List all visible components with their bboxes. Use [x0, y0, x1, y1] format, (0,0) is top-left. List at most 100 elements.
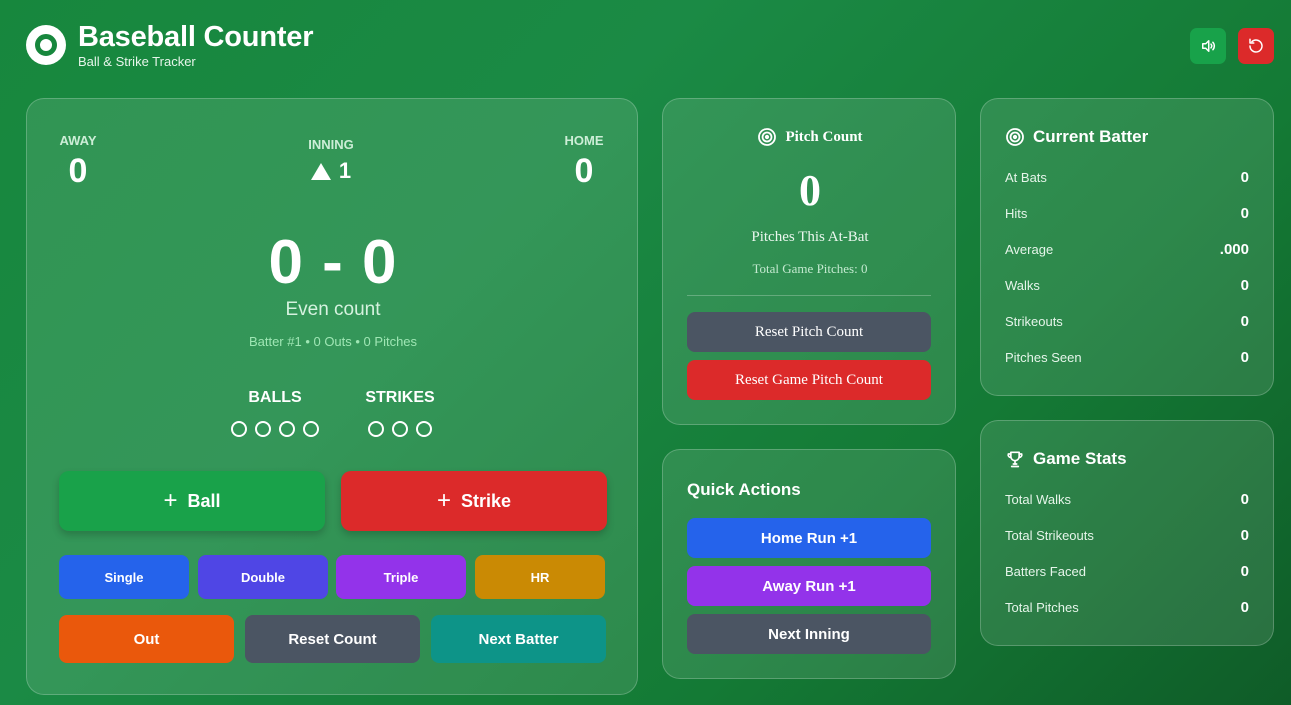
game-stats-header: Game Stats — [1005, 449, 1127, 469]
inning-indicator: INNING 1 — [281, 137, 381, 184]
reset-count-button[interactable]: Reset Count — [245, 615, 420, 663]
stat-value: 0 — [1240, 349, 1249, 366]
stat-label: Total Strikeouts — [1005, 528, 1094, 543]
strike-dot — [392, 421, 408, 437]
pitch-count-header: Pitch Count — [663, 127, 957, 147]
ball-dot — [303, 421, 319, 437]
strike-dot — [416, 421, 432, 437]
next-batter-button[interactable]: Next Batter — [431, 615, 606, 663]
plus-icon: + — [436, 487, 451, 514]
stat-label: Average — [1005, 242, 1054, 257]
away-label: AWAY — [59, 133, 97, 148]
plus-icon: + — [163, 487, 178, 514]
triple-button[interactable]: Triple — [336, 555, 466, 599]
stat-value: 0 — [1240, 527, 1249, 544]
ball-dot — [255, 421, 271, 437]
stat-label: Total Pitches — [1005, 600, 1079, 615]
app-subtitle: Ball & Strike Tracker — [78, 54, 196, 69]
refresh-icon — [1249, 38, 1263, 53]
next-inning-button[interactable]: Next Inning — [687, 614, 931, 654]
stat-value: 0 — [1240, 205, 1249, 222]
app-header: Baseball Counter Ball & Strike Tracker — [26, 20, 314, 69]
inning-label: INNING — [308, 137, 354, 152]
double-button[interactable]: Double — [198, 555, 328, 599]
trophy-icon — [1007, 451, 1023, 468]
stat-label: Total Walks — [1005, 492, 1071, 507]
count-description: Even count — [285, 299, 381, 320]
strikes-indicator: STRIKES — [363, 389, 437, 437]
game-stats-title: Game Stats — [1033, 449, 1127, 468]
balls-indicator: BALLS — [229, 389, 321, 437]
stat-value: 0 — [1240, 277, 1249, 294]
away-team: AWAY 0 — [57, 133, 99, 191]
strike-dot — [368, 421, 384, 437]
divider — [687, 295, 931, 296]
stat-row: Hits 0 — [1005, 205, 1249, 222]
stat-label: Pitches Seen — [1005, 350, 1082, 365]
out-button[interactable]: Out — [59, 615, 234, 663]
stat-row: Total Walks 0 — [1005, 491, 1249, 508]
stat-row: Pitches Seen 0 — [1005, 349, 1249, 366]
current-batter-card: Current Batter At Bats 0 Hits 0 Average .00… — [980, 98, 1274, 396]
stat-label: Hits — [1005, 206, 1028, 221]
away-score: 0 — [68, 152, 88, 190]
target-icon — [758, 128, 777, 146]
ball-button-label: Ball — [187, 490, 221, 511]
quick-actions-title: Quick Actions — [687, 480, 801, 499]
volume-icon — [1202, 40, 1215, 52]
ball-dot — [231, 421, 247, 437]
stat-value: 0 — [1240, 491, 1249, 508]
stat-row: Batters Faced 0 — [1005, 563, 1249, 580]
stat-row: Strikeouts 0 — [1005, 313, 1249, 330]
stat-label: Strikeouts — [1005, 314, 1063, 329]
away-run-plus-button[interactable]: Away Run +1 — [687, 566, 931, 606]
strike-button-label: Strike — [460, 490, 512, 511]
pitch-count-value: 0 — [799, 166, 821, 215]
pitch-count-title: Pitch Count — [785, 128, 863, 145]
stat-row: Average .000 — [1005, 241, 1249, 258]
game-stats-card: Game Stats Total Walks 0 Total Strikeouts… — [980, 420, 1274, 646]
current-batter-header: Current Batter — [1005, 127, 1148, 147]
current-batter-title: Current Batter — [1033, 127, 1149, 146]
quick-actions-card: Quick Actions Home Run +1 Away Run +1 Ne… — [662, 449, 956, 679]
stat-row: Walks 0 — [1005, 277, 1249, 294]
stat-value: 0 — [1240, 599, 1249, 616]
ball-strike-count: 0 - 0 — [268, 228, 398, 297]
reset-all-button[interactable] — [1238, 28, 1274, 64]
pitch-count-card: Pitch Count 0 Pitches This At-Bat Total … — [662, 98, 956, 425]
target-icon — [1006, 128, 1024, 146]
stat-value: 0 — [1240, 169, 1249, 186]
ball-dot — [279, 421, 295, 437]
balls-label: BALLS — [248, 389, 302, 406]
home-team: HOME 0 — [560, 133, 608, 191]
stat-value: .000 — [1219, 241, 1249, 258]
strikes-label: STRIKES — [365, 389, 435, 406]
single-button[interactable]: Single — [59, 555, 189, 599]
stat-label: Walks — [1005, 278, 1040, 293]
stat-value: 0 — [1240, 563, 1249, 580]
top-inning-arrow-icon — [310, 162, 331, 180]
total-game-pitches: Total Game Pitches: 0 — [752, 261, 868, 276]
stat-value: 0 — [1240, 313, 1249, 330]
home-run-plus-button[interactable]: Home Run +1 — [687, 518, 931, 558]
reset-pitch-count-button[interactable]: Reset Pitch Count — [687, 312, 931, 352]
add-strike-button[interactable]: + Strike — [341, 471, 607, 531]
add-ball-button[interactable]: + Ball — [59, 471, 325, 531]
scoreboard-card: AWAY 0 INNING 1 HOME 0 0 - 0 Even count … — [26, 98, 638, 695]
baseball-logo-icon — [26, 24, 66, 65]
app-title-block: Baseball Counter Ball & Strike Tracker — [78, 20, 314, 69]
strike-dots — [363, 421, 437, 437]
stat-label: At Bats — [1005, 170, 1047, 185]
ball-dots — [229, 421, 321, 437]
reset-game-pitch-count-button[interactable]: Reset Game Pitch Count — [687, 360, 931, 400]
home-score: 0 — [574, 152, 594, 190]
home-label: HOME — [564, 133, 604, 148]
pitch-count-description: Pitches This At-Bat — [751, 229, 869, 245]
sound-toggle-button[interactable] — [1190, 28, 1226, 64]
stat-row: Total Pitches 0 — [1005, 599, 1249, 616]
stat-row: Total Strikeouts 0 — [1005, 527, 1249, 544]
app-title: Baseball Counter — [78, 21, 314, 53]
home-run-button[interactable]: HR — [475, 555, 605, 599]
inning-value: 1 — [338, 158, 352, 183]
stat-label: Batters Faced — [1005, 564, 1086, 579]
